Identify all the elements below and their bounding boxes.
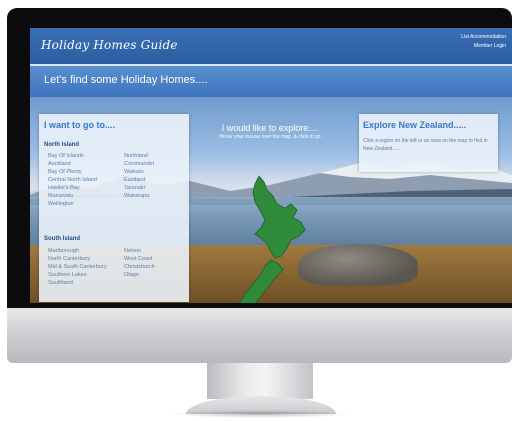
explore-nz-text: Click a region on the left or an area on… (363, 138, 488, 152)
region-link-hawkes-bay[interactable]: Hawke's Bay (48, 184, 80, 192)
site-header: Holiday Homes Guide List Accommodation M… (30, 28, 512, 66)
region-link-marlborough[interactable]: Marlborough (48, 247, 79, 255)
banner-title: Let's find some Holiday Homes.... (44, 74, 208, 86)
region-link-southland[interactable]: Southland (48, 279, 73, 287)
site-logo[interactable]: Holiday Homes Guide (41, 38, 178, 52)
region-list-title: I want to go to.... (44, 120, 115, 130)
south-island-title: South Island (44, 236, 80, 242)
screen: Holiday Homes Guide List Accommodation M… (30, 28, 512, 303)
monitor-chin (7, 308, 512, 363)
region-link-northland[interactable]: Northland (124, 152, 148, 160)
region-link-bay-of-islands[interactable]: Bay Of Islands (48, 152, 84, 160)
region-link-christchurch[interactable]: Christchurch (124, 263, 155, 271)
monitor: Holiday Homes Guide List Accommodation M… (7, 8, 512, 363)
explore-nz-panel: Explore New Zealand..... Click a region … (359, 114, 498, 172)
region-link-eastland[interactable]: Eastland (124, 176, 145, 184)
member-login-link[interactable]: Member Login (461, 42, 506, 51)
north-island-shape[interactable] (252, 175, 306, 259)
monitor-stand-neck (207, 363, 313, 399)
region-link-west-coast[interactable]: West Coast (124, 255, 152, 263)
region-link-north-canterbury[interactable]: North Canterbury (48, 255, 90, 263)
region-link-taranaki[interactable]: Taranaki (124, 184, 145, 192)
list-accommodation-link[interactable]: List Accommodation (461, 33, 506, 42)
new-zealand-map[interactable] (231, 174, 323, 303)
south-island-shape[interactable] (233, 259, 284, 303)
header-links: List Accommodation Member Login (461, 33, 506, 51)
region-list-panel: I want to go to.... North Island Bay Of … (39, 114, 189, 302)
region-link-bay-of-plenty[interactable]: Bay Of Plenty (48, 168, 82, 176)
region-link-mid-south-canterbury[interactable]: Mid & South Canterbury (48, 263, 107, 271)
explore-title: I would like to explore.... (221, 123, 319, 133)
region-link-waikato[interactable]: Waikato (124, 168, 144, 176)
north-island-title: North Island (44, 142, 80, 148)
region-link-manawatu[interactable]: Manawatu (48, 192, 73, 200)
region-link-nelson[interactable]: Nelson (124, 247, 141, 255)
stand-shadow (170, 410, 350, 418)
explore-heading: I would like to explore.... Hover your m… (210, 123, 330, 140)
region-link-otago[interactable]: Otago (124, 271, 139, 279)
region-link-coromandel[interactable]: Coromandel (124, 160, 154, 168)
region-link-central-north-island[interactable]: Central North Island (48, 176, 97, 184)
region-link-wellington[interactable]: Wellington (48, 200, 74, 208)
explore-nz-title: Explore New Zealand..... (363, 120, 467, 130)
banner: Let's find some Holiday Homes.... (30, 66, 512, 97)
region-link-auckland[interactable]: Auckland (48, 160, 71, 168)
region-link-southern-lakes[interactable]: Southern Lakes (48, 271, 87, 279)
explore-subtitle: Hover your mouse over the map, & click t… (219, 134, 321, 140)
region-link-wairarapa[interactable]: Wairarapa (124, 192, 149, 200)
